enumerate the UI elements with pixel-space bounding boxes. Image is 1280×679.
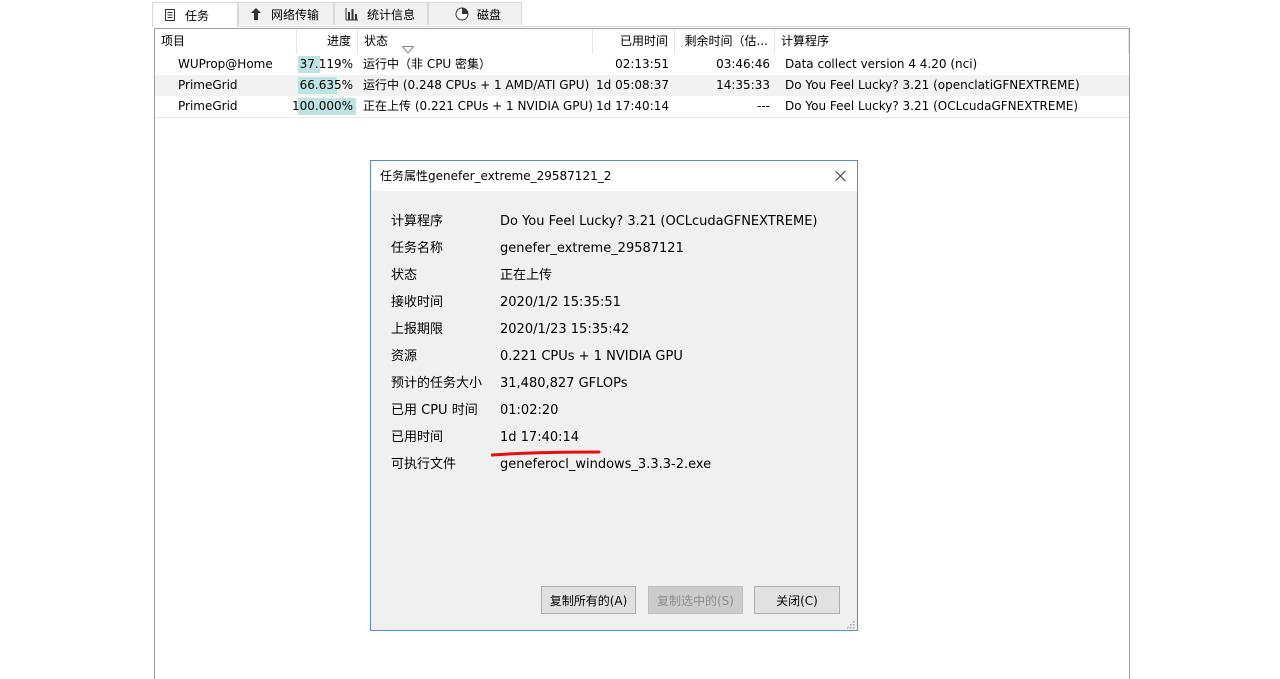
cell-elapsed: 1d 05:08:37: [596, 78, 669, 92]
prop-label-estimated-size: 预计的任务大小: [391, 376, 483, 391]
table-header: 项目 进度 状态 已用时间 剩余时间（估... 计算程序: [155, 29, 1129, 54]
tab-disk[interactable]: 磁盘: [428, 2, 522, 25]
column-header-status[interactable]: 状态: [358, 29, 593, 54]
prop-label-received: 接收时间: [391, 295, 444, 310]
task-properties-dialog: 任务属性genefer_extreme_29587121_2 计算程序 Do Y…: [370, 160, 858, 631]
transfer-icon: [249, 7, 263, 21]
resize-grip-icon[interactable]: [845, 618, 855, 629]
prop-label-task-name: 任务名称: [391, 241, 444, 256]
prop-label-application: 计算程序: [391, 214, 444, 229]
tab-transfers[interactable]: 网络传输: [238, 2, 334, 25]
prop-label-cpu-time: 已用 CPU 时间: [391, 403, 478, 418]
prop-value-executable: geneferocl_windows_3.3.3-2.exe: [500, 457, 712, 472]
progress-bar: 37.119%: [298, 56, 353, 73]
column-header-remaining[interactable]: 剩余时间（估...: [675, 29, 775, 54]
prop-value-cpu-time: 01:02:20: [500, 403, 559, 418]
sort-descending-icon: [401, 38, 415, 54]
progress-bar: 66.635%: [298, 77, 353, 94]
prop-label-executable: 可执行文件: [391, 457, 457, 472]
prop-label-status: 状态: [391, 268, 418, 283]
cell-application: Do You Feel Lucky? 3.21 (OCLcudaGFNEXTRE…: [785, 99, 1079, 113]
dialog-title-bar[interactable]: 任务属性genefer_extreme_29587121_2: [371, 161, 857, 191]
prop-value-received: 2020/1/2 15:35:51: [500, 295, 621, 310]
disk-icon: [455, 7, 469, 21]
progress-bar: 100.000%: [292, 98, 356, 115]
document-icon: [163, 8, 177, 22]
cell-remaining: 14:35:33: [716, 78, 770, 92]
tab-statistics[interactable]: 统计信息: [334, 2, 428, 25]
cell-status: 运行中（非 CPU 密集）: [363, 57, 492, 71]
prop-value-elapsed: 1d 17:40:14: [500, 430, 580, 445]
prop-value-status: 正在上传: [500, 268, 553, 283]
cell-application: Data collect version 4 4.20 (nci): [785, 57, 978, 71]
cell-remaining: ---: [757, 99, 770, 113]
column-header-progress[interactable]: 进度: [297, 29, 358, 54]
close-icon[interactable]: [833, 168, 849, 184]
close-button[interactable]: 关闭(C): [754, 586, 840, 614]
cell-elapsed: 02:13:51: [615, 57, 669, 71]
table-row[interactable]: PrimeGrid 66.635% 运行中 (0.248 CPUs + 1 AM…: [155, 75, 1129, 96]
tab-tasks-label: 任务: [185, 8, 210, 23]
cell-elapsed: 1d 17:40:14: [596, 99, 669, 113]
table-row[interactable]: WUProp@Home 37.119% 运行中（非 CPU 密集） 02:13:…: [155, 54, 1129, 75]
prop-value-estimated-size: 31,480,827 GFLOPs: [500, 376, 628, 391]
cell-project: WUProp@Home: [178, 57, 273, 71]
tab-disk-label: 磁盘: [477, 7, 502, 22]
prop-value-deadline: 2020/1/23 15:35:42: [500, 322, 630, 337]
prop-value-resources: 0.221 CPUs + 1 NVIDIA GPU: [500, 349, 683, 364]
prop-label-deadline: 上报期限: [391, 322, 444, 337]
dialog-title: 任务属性genefer_extreme_29587121_2: [380, 169, 612, 183]
cell-project: PrimeGrid: [178, 99, 238, 113]
cell-status: 正在上传 (0.221 CPUs + 1 NVIDIA GPU): [363, 99, 593, 113]
prop-label-resources: 资源: [391, 349, 418, 364]
prop-label-elapsed: 已用时间: [391, 430, 444, 445]
column-header-project[interactable]: 项目: [155, 29, 297, 54]
tab-tasks[interactable]: 任务: [152, 2, 238, 27]
cell-remaining: 03:46:46: [716, 57, 770, 71]
prop-value-task-name: genefer_extreme_29587121: [500, 241, 684, 256]
cell-status: 运行中 (0.248 CPUs + 1 AMD/ATI GPU): [363, 78, 590, 92]
column-header-elapsed[interactable]: 已用时间: [593, 29, 675, 54]
row-divider: [155, 117, 1129, 118]
copy-selected-button[interactable]: 复制选中的(S): [648, 586, 743, 614]
column-header-application[interactable]: 计算程序: [775, 29, 1129, 54]
tab-bar: 任务 网络传输 统计信息 磁盘: [152, 2, 1128, 27]
tab-transfers-label: 网络传输: [271, 7, 320, 22]
table-row[interactable]: PrimeGrid 100.000% 正在上传 (0.221 CPUs + 1 …: [155, 96, 1129, 117]
tab-statistics-label: 统计信息: [367, 7, 416, 22]
bar-chart-icon: [345, 7, 359, 21]
prop-value-application: Do You Feel Lucky? 3.21 (OCLcudaGFNEXTRE…: [500, 214, 818, 229]
cell-application: Do You Feel Lucky? 3.21 (openclatiGFNEXT…: [785, 78, 1080, 92]
copy-all-button[interactable]: 复制所有的(A): [541, 586, 636, 614]
cell-project: PrimeGrid: [178, 78, 238, 92]
